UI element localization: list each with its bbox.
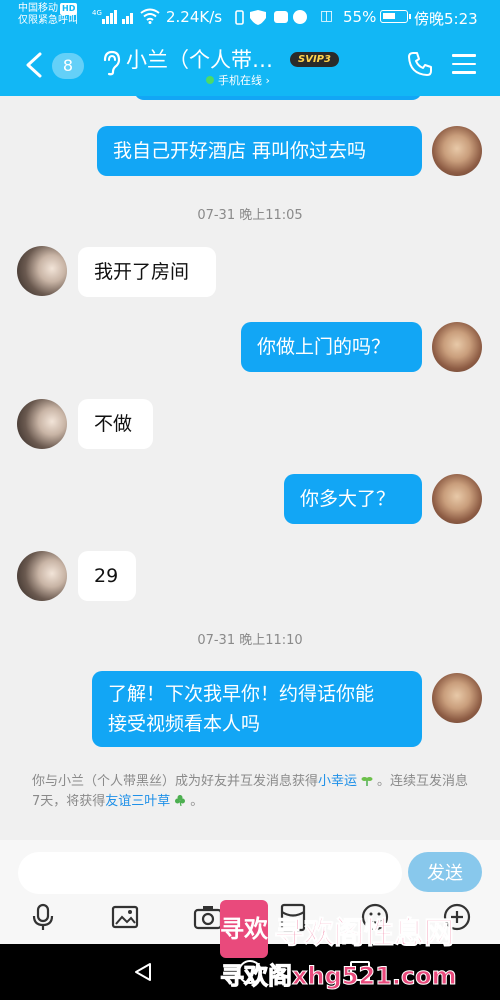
ear-icon[interactable] [100, 50, 122, 76]
message-text: 了解！下次我早你！约得话你能 [108, 683, 375, 705]
watermark-url: 寻欢阁xhg521.com [220, 962, 458, 991]
timestamp: 07-31 晚上11:05 [197, 208, 303, 223]
watermark-title: 寻欢阁性息网 [274, 916, 455, 952]
phone-icon[interactable] [406, 50, 434, 78]
online-dot-icon [206, 76, 214, 84]
vibrate-icon: ◫ [320, 8, 334, 24]
svip-badge: SVIP3 [290, 52, 339, 67]
signal-icon: 4G [92, 9, 133, 24]
network-speed: 2.24K/s [166, 8, 223, 26]
notification-icons [235, 10, 307, 25]
message-text: 你做上门的吗？ [257, 336, 391, 358]
wifi-icon [140, 8, 160, 24]
message-text: 29 [94, 565, 119, 587]
message-bubble-out[interactable]: 你做上门的吗？ [241, 322, 422, 372]
message-bubble-out[interactable]: 了解！下次我早你！约得话你能 接受视频看本人吗 [92, 671, 422, 747]
notice-text: 你与小兰（个人带黑丝）成为好友并互发消息获得 [32, 774, 319, 789]
microphone-icon[interactable] [28, 902, 58, 932]
contact-name[interactable]: 小兰（个人带… [126, 44, 273, 74]
hd-badge: HD [60, 3, 78, 15]
carrier-info: 中国移动 HD 仅限紧急呼叫 [18, 3, 78, 27]
contact-avatar[interactable] [17, 399, 67, 449]
my-avatar[interactable] [432, 474, 482, 524]
message-text: 接受视频看本人吗 [108, 713, 261, 735]
timestamp: 07-31 晚上11:10 [197, 633, 303, 648]
previous-bubble [134, 96, 422, 100]
message-bubble-out[interactable]: 你多大了？ [284, 474, 422, 524]
menu-icon[interactable] [452, 54, 476, 74]
contact-avatar[interactable] [17, 246, 67, 296]
sprout-icon [361, 777, 373, 786]
watermark-logo: 寻欢 [220, 900, 268, 958]
chat-area[interactable]: 我自己开好酒店 再叫你过去吗 07-31 晚上11:05 我开了房间 你做上门的… [0, 96, 500, 840]
notice-text: 。 [190, 794, 204, 809]
contact-avatar[interactable] [17, 551, 67, 601]
message-text: 我开了房间 [94, 261, 190, 283]
image-icon[interactable] [110, 902, 140, 932]
carrier-name: 中国移动 [18, 3, 58, 14]
my-avatar[interactable] [432, 673, 482, 723]
clover-icon [175, 795, 186, 806]
online-status-text: 手机在线 › [218, 74, 270, 87]
svg-text:4G: 4G [92, 9, 102, 17]
nav-back-icon[interactable] [132, 961, 154, 983]
emergency-only-text: 仅限紧急呼叫 [18, 15, 78, 26]
my-avatar[interactable] [432, 322, 482, 372]
lucky-link[interactable]: 小幸运 [318, 774, 357, 789]
message-text: 不做 [94, 413, 133, 435]
top-bar: 中国移动 HD 仅限紧急呼叫 4G 2.24K/s ◫ 55% 傍晚5:23 8… [0, 0, 500, 96]
camera-icon[interactable] [193, 902, 223, 932]
battery-level [383, 13, 395, 19]
clock: 傍晚5:23 [414, 10, 478, 28]
unread-count-badge[interactable]: 8 [52, 53, 84, 79]
send-button[interactable]: 发送 [408, 852, 482, 892]
message-bubble-out[interactable]: 我自己开好酒店 再叫你过去吗 [97, 126, 422, 176]
message-input[interactable] [18, 852, 402, 894]
friendship-notice: 你与小兰（个人带黑丝）成为好友并互发消息获得小幸运 。连续互发消息7天，将获得友谊… [32, 772, 472, 812]
clover-link[interactable]: 友谊三叶草 [105, 794, 170, 809]
message-text: 我自己开好酒店 再叫你过去吗 [113, 140, 367, 162]
status-bar: 中国移动 HD 仅限紧急呼叫 4G 2.24K/s ◫ 55% 傍晚5:23 [0, 0, 500, 34]
battery-percent: 55% [343, 8, 377, 26]
message-bubble-in[interactable]: 我开了房间 [78, 247, 216, 297]
back-chevron-icon[interactable] [22, 50, 46, 80]
message-bubble-in[interactable]: 不做 [78, 399, 153, 449]
message-bubble-in[interactable]: 29 [78, 551, 136, 601]
message-text: 你多大了？ [300, 488, 396, 510]
battery-icon [380, 10, 411, 23]
my-avatar[interactable] [432, 126, 482, 176]
online-status: 手机在线 › [206, 72, 270, 88]
